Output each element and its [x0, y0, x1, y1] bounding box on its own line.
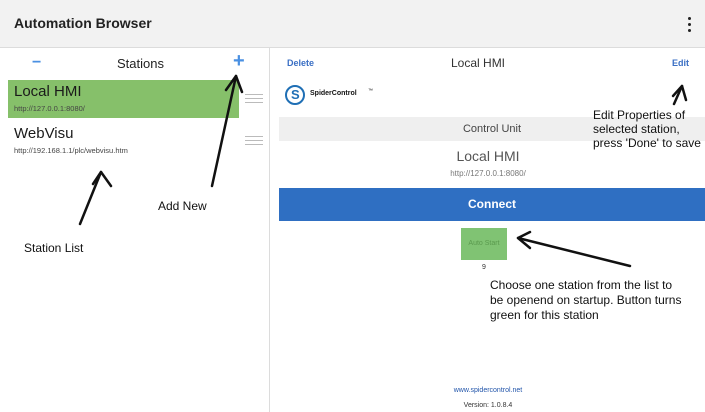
- remove-station-button[interactable]: −: [32, 54, 41, 72]
- detail-header: Delete Local HMI Edit: [271, 48, 705, 78]
- add-new-annotation: Add New: [158, 199, 207, 213]
- station-detail-name: Local HMI: [456, 148, 520, 164]
- station-list-item[interactable]: Local HMI http://127.0.0.1:8080/: [8, 80, 239, 118]
- station-name: Local HMI: [14, 83, 82, 100]
- delete-button[interactable]: Delete: [287, 58, 314, 68]
- edit-button[interactable]: Edit: [672, 58, 689, 68]
- startup-note-line-1: Choose one station from the list to: [490, 278, 673, 292]
- startup-note-line-2: be openend on startup. Button turns: [490, 293, 682, 307]
- edit-note-line-3: press 'Done' to save: [593, 136, 701, 150]
- station-url: http://127.0.0.1:8080/: [14, 104, 85, 113]
- connect-label: Connect: [468, 197, 516, 211]
- auto-start-label: Auto Start: [468, 240, 500, 247]
- logo-text: SpiderControl: [310, 90, 357, 97]
- overflow-menu-icon[interactable]: [684, 14, 694, 34]
- startup-note-line-3: green for this station: [490, 308, 599, 322]
- stations-title: Stations: [117, 56, 164, 71]
- logo-trademark: ™: [368, 88, 373, 94]
- station-detail-url: http://127.0.0.1:8080/: [450, 169, 526, 178]
- add-station-button[interactable]: +: [233, 51, 245, 71]
- station-list-item[interactable]: WebVisu http://192.168.1.1/plc/webvisu.h…: [8, 122, 239, 160]
- drag-handle-icon[interactable]: [245, 136, 263, 146]
- station-detail-panel: Delete Local HMI Edit SpiderControl ™ Co…: [271, 48, 705, 412]
- station-list-annotation: Station List: [24, 241, 84, 255]
- station-name: WebVisu: [14, 125, 74, 142]
- drag-handle-icon[interactable]: [245, 94, 263, 104]
- spidercontrol-logo-icon: [285, 85, 305, 105]
- version-label: Version: 1.0.8.4: [463, 402, 513, 409]
- stations-panel: − Stations + Local HMI http://127.0.0.1:…: [0, 48, 270, 412]
- website-link[interactable]: www.spidercontrol.net: [271, 387, 705, 394]
- app-titlebar: Automation Browser: [0, 0, 705, 48]
- auto-start-button[interactable]: Auto Start: [461, 228, 507, 260]
- connect-button[interactable]: Connect: [279, 188, 705, 221]
- station-url: http://192.168.1.1/plc/webvisu.htm: [14, 146, 128, 155]
- edit-note-line-2: selected station,: [593, 122, 680, 136]
- detail-title: Local HMI: [451, 56, 506, 70]
- stations-header: − Stations +: [0, 48, 270, 78]
- edit-note-line-1: Edit Properties of: [593, 108, 686, 122]
- auto-start-number: 9: [482, 264, 486, 271]
- app-title: Automation Browser: [14, 15, 152, 31]
